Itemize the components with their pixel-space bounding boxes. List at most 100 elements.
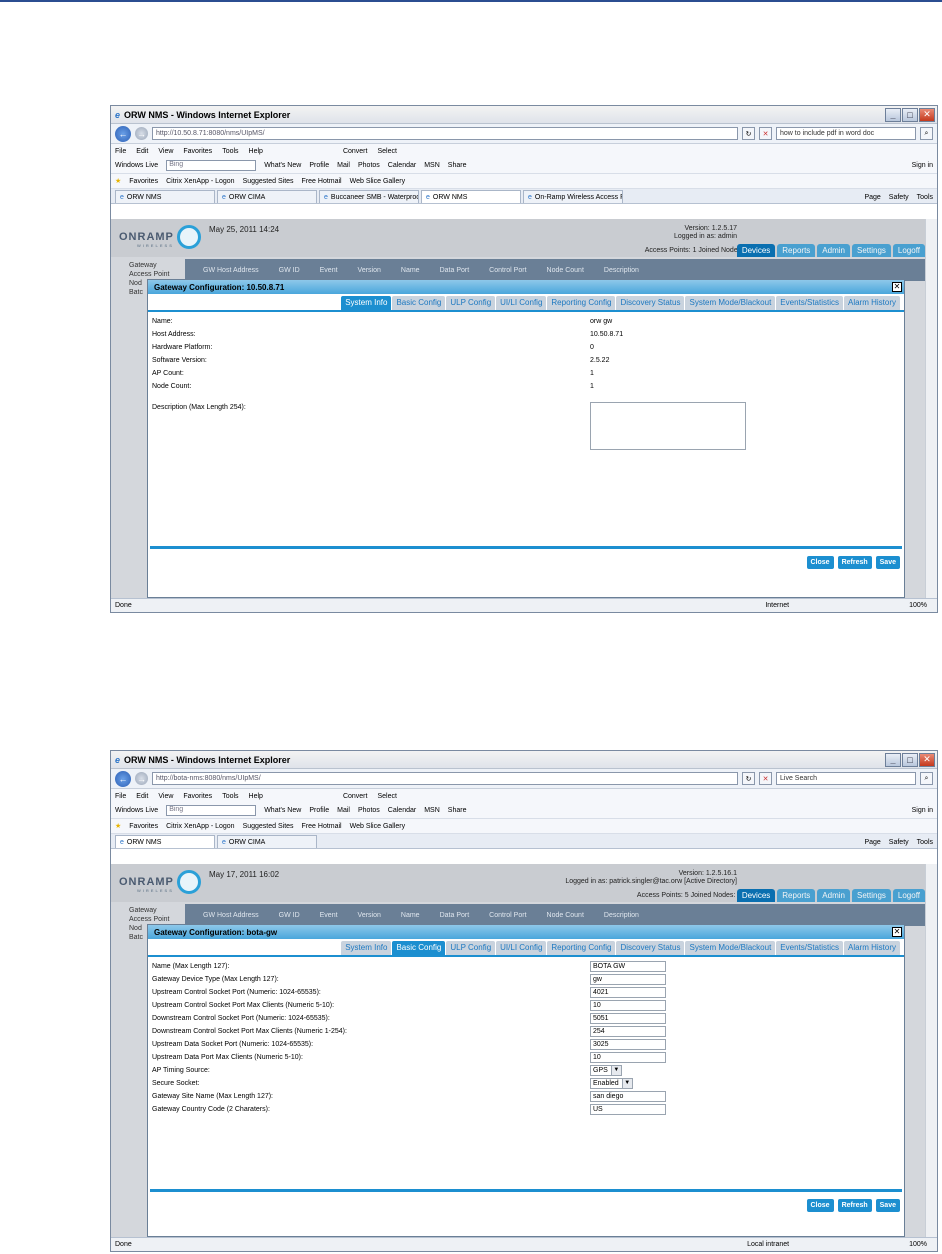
app-tab-logoff[interactable]: Logoff (892, 889, 925, 902)
dialog-tab[interactable]: System Mode/Blackout (685, 296, 776, 310)
grid-column-header[interactable]: Version (358, 267, 381, 274)
left-nav-item[interactable]: Access Point (129, 915, 169, 924)
grid-column-header[interactable]: Description (604, 267, 639, 274)
favorite-link[interactable]: Suggested Sites (243, 178, 294, 185)
dialog-tab[interactable]: UI/LI Config (496, 941, 547, 955)
field-input[interactable]: 4021 (590, 987, 666, 998)
grid-column-header[interactable]: Node Count (547, 912, 584, 919)
app-tab-reports[interactable]: Reports (777, 889, 816, 902)
menu-view[interactable]: View (158, 793, 173, 800)
save-button[interactable]: Save (875, 1199, 900, 1212)
browser-tab[interactable]: e ORW NMS (115, 835, 215, 848)
windows-live-label[interactable]: Windows Live (115, 162, 158, 169)
app-tab-settings[interactable]: Settings (851, 889, 891, 902)
back-button[interactable]: ← (115, 125, 131, 142)
live-link[interactable]: What's New (264, 162, 301, 169)
browser-tab[interactable]: eOn-Ramp Wireless Access Po... (523, 190, 623, 203)
convert-button[interactable]: Convert (343, 793, 368, 800)
field-input[interactable]: 10 (590, 1000, 666, 1011)
description-textarea[interactable] (590, 402, 746, 450)
grid-column-header[interactable]: Name (401, 912, 420, 919)
live-link[interactable]: Photos (358, 162, 380, 169)
live-link[interactable]: Profile (309, 162, 329, 169)
dialog-tab[interactable]: Alarm History (843, 941, 900, 955)
dialog-tab[interactable]: Reporting Config (547, 941, 616, 955)
forward-button[interactable]: → (135, 772, 148, 785)
select-button[interactable]: Select (377, 793, 396, 800)
grid-column-header[interactable]: Data Port (440, 267, 470, 274)
grid-column-header[interactable]: Control Port (489, 267, 526, 274)
browser-tab[interactable]: e ORW CIMA (217, 835, 317, 848)
grid-column-header[interactable]: GW ID (279, 912, 300, 919)
windows-live-label[interactable]: Windows Live (115, 807, 158, 814)
dialog-tab[interactable]: ULP Config (446, 941, 496, 955)
forward-button[interactable]: → (135, 127, 148, 140)
dialog-tab[interactable]: Discovery Status (616, 941, 685, 955)
live-link[interactable]: Share (448, 807, 467, 814)
app-tab-admin[interactable]: Admin (817, 244, 850, 257)
dialog-tab[interactable]: System Info (341, 941, 392, 955)
grid-column-header[interactable]: Event (320, 912, 338, 919)
app-tab-reports[interactable]: Reports (777, 244, 816, 257)
live-link[interactable]: Share (448, 162, 467, 169)
menu-favorites[interactable]: Favorites (183, 148, 212, 155)
favorite-link[interactable]: Free Hotmail (302, 823, 342, 830)
dialog-close-icon[interactable]: ✕ (892, 927, 902, 937)
field-input[interactable]: 10 (590, 1052, 666, 1063)
favorite-link[interactable]: Suggested Sites (243, 823, 294, 830)
dialog-tab[interactable]: ULP Config (446, 296, 496, 310)
browser-tab[interactable]: e ORW NMS (115, 190, 215, 203)
dialog-tab[interactable]: Basic Config (392, 296, 446, 310)
grid-column-header[interactable]: Version (358, 912, 381, 919)
url-field[interactable]: http://bota-nms:8080/nms/UIpMS/ (152, 772, 738, 785)
back-button[interactable]: ← (115, 770, 131, 787)
dialog-tab[interactable]: Alarm History (843, 296, 900, 310)
convert-button[interactable]: Convert (343, 148, 368, 155)
command-tools[interactable]: Tools (917, 194, 933, 201)
refresh-icon[interactable]: ↻ (742, 127, 755, 140)
dialog-tab[interactable]: Discovery Status (616, 296, 685, 310)
page-scrollbar[interactable] (925, 864, 937, 1237)
close-window-button[interactable]: ✕ (919, 107, 935, 122)
field-input[interactable]: 3025 (590, 1039, 666, 1050)
app-tab-admin[interactable]: Admin (817, 889, 850, 902)
search-icon[interactable]: ⌕ (920, 772, 933, 785)
zoom-level[interactable]: 100% (909, 1241, 927, 1248)
live-link[interactable]: Mail (337, 807, 350, 814)
live-link[interactable]: Photos (358, 807, 380, 814)
dialog-tab[interactable]: Basic Config (392, 941, 446, 955)
menu-view[interactable]: View (158, 148, 173, 155)
field-select[interactable]: GPS ▼ (590, 1065, 622, 1076)
command-safety[interactable]: Safety (889, 839, 909, 846)
dialog-close-icon[interactable]: ✕ (892, 282, 902, 292)
close-button[interactable]: Close (806, 556, 834, 569)
menu-file[interactable]: File (115, 793, 126, 800)
grid-column-header[interactable]: GW ID (279, 267, 300, 274)
grid-column-header[interactable]: GW Host Address (203, 912, 259, 919)
favorite-link[interactable]: Web Slice Gallery (350, 823, 406, 830)
command-tools[interactable]: Tools (917, 839, 933, 846)
field-input[interactable]: US (590, 1104, 666, 1115)
maximize-button[interactable]: □ (902, 107, 918, 122)
menu-edit[interactable]: Edit (136, 148, 148, 155)
live-link[interactable]: Profile (309, 807, 329, 814)
favorite-link[interactable]: Citrix XenApp - Logon (166, 823, 234, 830)
browser-tab[interactable]: e Buccaneer SMB - Waterproof... (319, 190, 419, 203)
favorite-link[interactable]: Citrix XenApp - Logon (166, 178, 234, 185)
app-tab-devices[interactable]: Devices (736, 244, 776, 257)
field-input[interactable]: san diego (590, 1091, 666, 1102)
grid-column-header[interactable]: Event (320, 267, 338, 274)
menu-file[interactable]: File (115, 148, 126, 155)
live-link[interactable]: What's New (264, 807, 301, 814)
favorite-link[interactable]: Web Slice Gallery (350, 178, 406, 185)
minimize-button[interactable]: _ (885, 752, 901, 767)
windows-live-search[interactable]: Bing (166, 160, 257, 171)
field-input[interactable]: 5051 (590, 1013, 666, 1024)
grid-column-header[interactable]: Description (604, 912, 639, 919)
left-nav-item[interactable]: Access Point (129, 270, 169, 279)
menu-tools[interactable]: Tools (222, 793, 238, 800)
dialog-tab[interactable]: UI/LI Config (496, 296, 547, 310)
grid-column-header[interactable]: Node Count (547, 267, 584, 274)
app-tab-settings[interactable]: Settings (851, 244, 891, 257)
left-nav-item[interactable]: Gateway (129, 906, 169, 915)
